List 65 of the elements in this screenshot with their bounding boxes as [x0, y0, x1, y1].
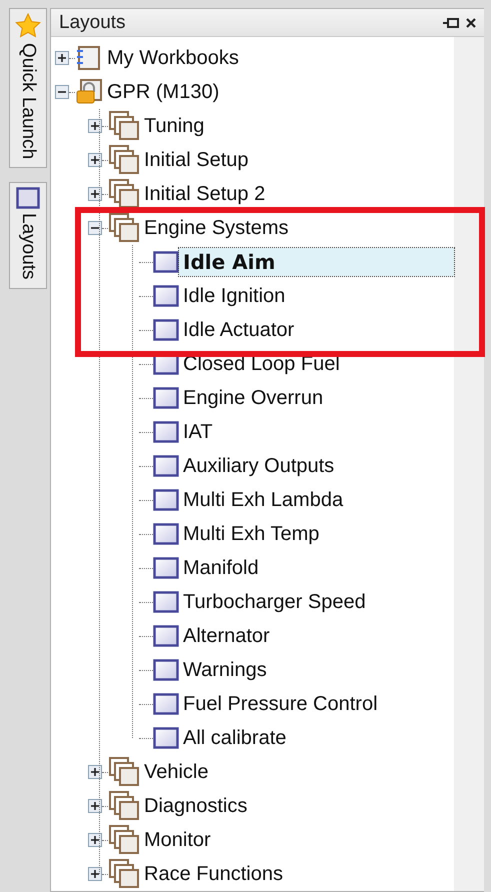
expand-icon[interactable] [88, 153, 102, 167]
tree-item[interactable]: Closed Loop Fuel [179, 350, 344, 378]
expand-icon[interactable] [88, 119, 102, 133]
window-icon [153, 591, 179, 613]
tree-item[interactable]: Multi Exh Lambda [179, 486, 348, 514]
tree-item[interactable]: Diagnostics [140, 792, 252, 820]
collapse-icon[interactable] [55, 85, 69, 99]
side-tab[interactable]: Quick Launch [9, 8, 47, 168]
expand-icon[interactable] [88, 833, 102, 847]
tree-item[interactable]: Idle Aim [179, 248, 454, 276]
tree-item[interactable]: Turbocharger Speed [179, 588, 370, 616]
expand-icon[interactable] [88, 799, 102, 813]
tree-item[interactable]: Initial Setup [140, 146, 253, 174]
tree-item[interactable]: IAT [179, 418, 217, 446]
tree-item[interactable]: Multi Exh Temp [179, 520, 324, 548]
windows-icon [108, 825, 140, 855]
windows-icon [108, 145, 140, 175]
expand-icon[interactable] [88, 765, 102, 779]
tree-item[interactable]: Initial Setup 2 [140, 180, 270, 208]
tree-item[interactable]: All calibrate [179, 724, 290, 752]
panel-title: Layouts [59, 12, 126, 34]
window-icon [153, 489, 179, 511]
window-icon [153, 625, 179, 647]
window-icon [16, 187, 40, 210]
tree-item[interactable]: GPR (M130) [103, 78, 224, 106]
tree-item[interactable]: Engine Overrun [179, 384, 328, 412]
tree-item[interactable]: Race Functions [140, 860, 287, 888]
window-icon [153, 693, 179, 715]
tree-item[interactable]: Fuel Pressure Control [179, 690, 382, 718]
windows-icon [108, 791, 140, 821]
expand-icon[interactable] [55, 51, 69, 65]
window-icon [153, 523, 179, 545]
tree-item[interactable]: Vehicle [140, 758, 212, 786]
windows-icon [108, 111, 140, 141]
window-icon [153, 421, 179, 443]
window-icon [153, 727, 179, 749]
tree-item[interactable]: Idle Actuator [179, 316, 298, 344]
tree-item[interactable]: Alternator [179, 622, 274, 650]
lock-icon [75, 79, 103, 105]
window-icon [153, 319, 179, 341]
tree-item[interactable]: Warnings [179, 656, 271, 684]
windows-icon [108, 179, 140, 209]
window-icon [153, 387, 179, 409]
tree-item[interactable]: Auxiliary Outputs [179, 452, 338, 480]
tree-item[interactable]: Monitor [140, 826, 215, 854]
expand-icon[interactable] [88, 187, 102, 201]
tree-item[interactable]: Engine Systems [140, 214, 293, 242]
book-icon [75, 46, 103, 70]
star-icon [15, 13, 41, 39]
tree-item[interactable]: Manifold [179, 554, 263, 582]
window-icon [153, 557, 179, 579]
window-icon [153, 251, 179, 273]
side-tab[interactable]: Layouts [9, 182, 47, 289]
pin-icon[interactable] [442, 16, 460, 28]
window-icon [153, 659, 179, 681]
window-icon [153, 285, 179, 307]
tree-item[interactable]: My Workbooks [103, 44, 243, 72]
close-icon[interactable] [466, 18, 476, 28]
windows-icon [108, 213, 140, 243]
window-icon [153, 455, 179, 477]
windows-icon [108, 757, 140, 787]
collapse-icon[interactable] [88, 221, 102, 235]
tree-item[interactable]: Idle Ignition [179, 282, 290, 310]
tree-item[interactable]: Tuning [140, 112, 208, 140]
expand-icon[interactable] [88, 867, 102, 881]
